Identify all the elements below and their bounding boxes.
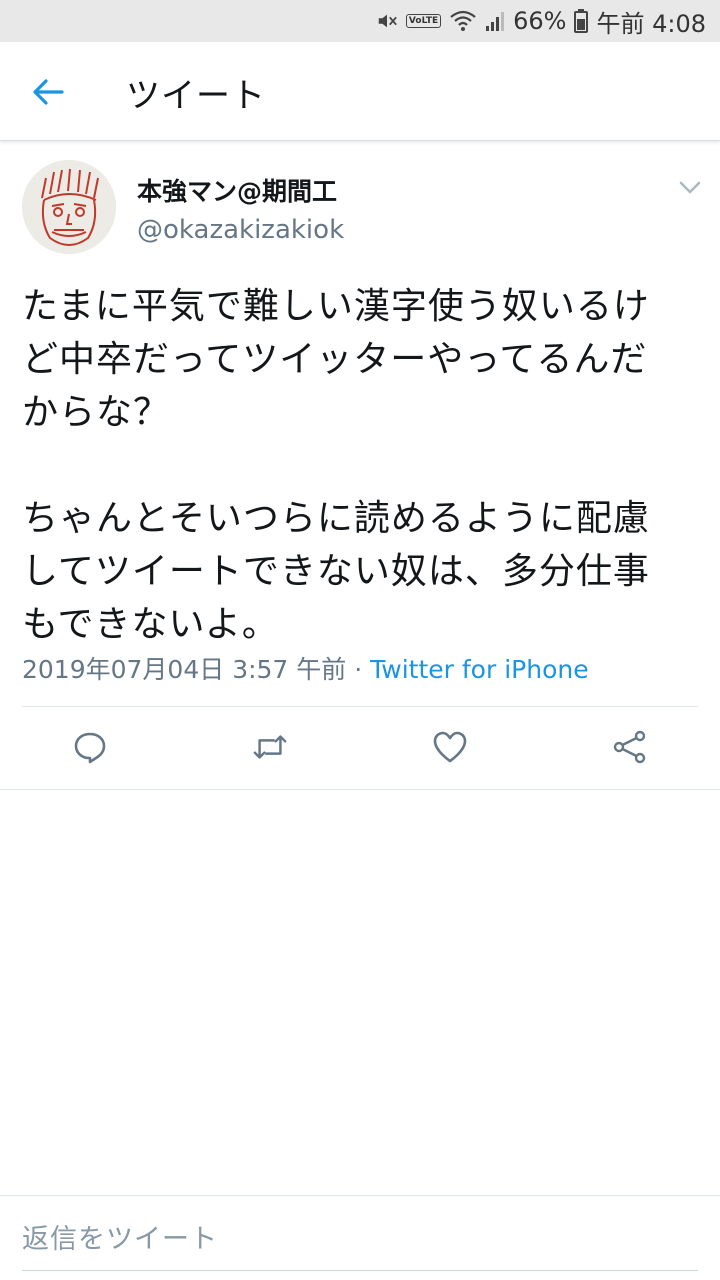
signal-icon xyxy=(485,10,505,32)
battery-icon xyxy=(574,9,589,33)
tweet-timestamp: 2019年07月04日 3:57 午前 xyxy=(22,655,347,684)
meta-separator: · xyxy=(354,655,363,684)
reply-icon xyxy=(74,732,106,764)
tweet-line: ど中卒だってツイッターやってるんだ xyxy=(22,339,648,380)
share-button[interactable] xyxy=(612,729,648,765)
tweet-line: してツイートできない奴は、多分仕事 xyxy=(22,551,650,592)
back-arrow-icon xyxy=(33,79,64,105)
like-button[interactable] xyxy=(432,729,468,765)
divider xyxy=(0,1195,720,1196)
author-display-name[interactable]: 本強マン@期間工 xyxy=(137,172,337,208)
tweet-line: たまに平気で難しい漢字使う奴いるけ xyxy=(22,286,650,327)
avatar[interactable] xyxy=(22,160,116,254)
page-title: ツイート xyxy=(126,76,266,116)
tweet-menu-button[interactable] xyxy=(676,176,704,200)
retweet-button[interactable] xyxy=(252,729,288,765)
tweet-line: ちゃんとそいつらに読めるように配慮 xyxy=(22,498,650,539)
retweet-icon xyxy=(253,735,287,759)
status-bar: VoLTE 66% 午前 4:08 xyxy=(0,0,720,42)
tweet-line: もできないよ。 xyxy=(22,604,279,645)
clock: 午前 4:08 xyxy=(596,9,706,38)
reply-button[interactable] xyxy=(72,729,108,765)
tweet-text: たまに平気で難しい漢字使う奴いるけ ど中卒だってツイッターやってるんだ からな？… xyxy=(22,280,692,651)
tweet-line: からな？ xyxy=(22,392,171,433)
reply-input[interactable] xyxy=(22,1210,698,1268)
app-bar: ツイート xyxy=(0,42,720,141)
author-handle[interactable]: @okazakizakiok xyxy=(137,215,344,245)
divider xyxy=(0,789,720,790)
mute-icon xyxy=(376,10,398,32)
wifi-icon xyxy=(449,10,477,32)
volte-icon: VoLTE xyxy=(405,14,442,28)
reply-input-underline xyxy=(22,1270,698,1271)
battery-percent: 66% xyxy=(513,7,567,35)
like-icon xyxy=(433,731,467,763)
tweet-source-link[interactable]: Twitter for iPhone xyxy=(370,655,588,684)
tweet-meta: 2019年07月04日 3:57 午前 · Twitter for iPhone xyxy=(22,650,589,686)
back-button[interactable] xyxy=(30,74,66,110)
tweet-actions xyxy=(0,707,720,789)
share-icon xyxy=(613,730,646,764)
chevron-down-icon xyxy=(679,181,701,194)
